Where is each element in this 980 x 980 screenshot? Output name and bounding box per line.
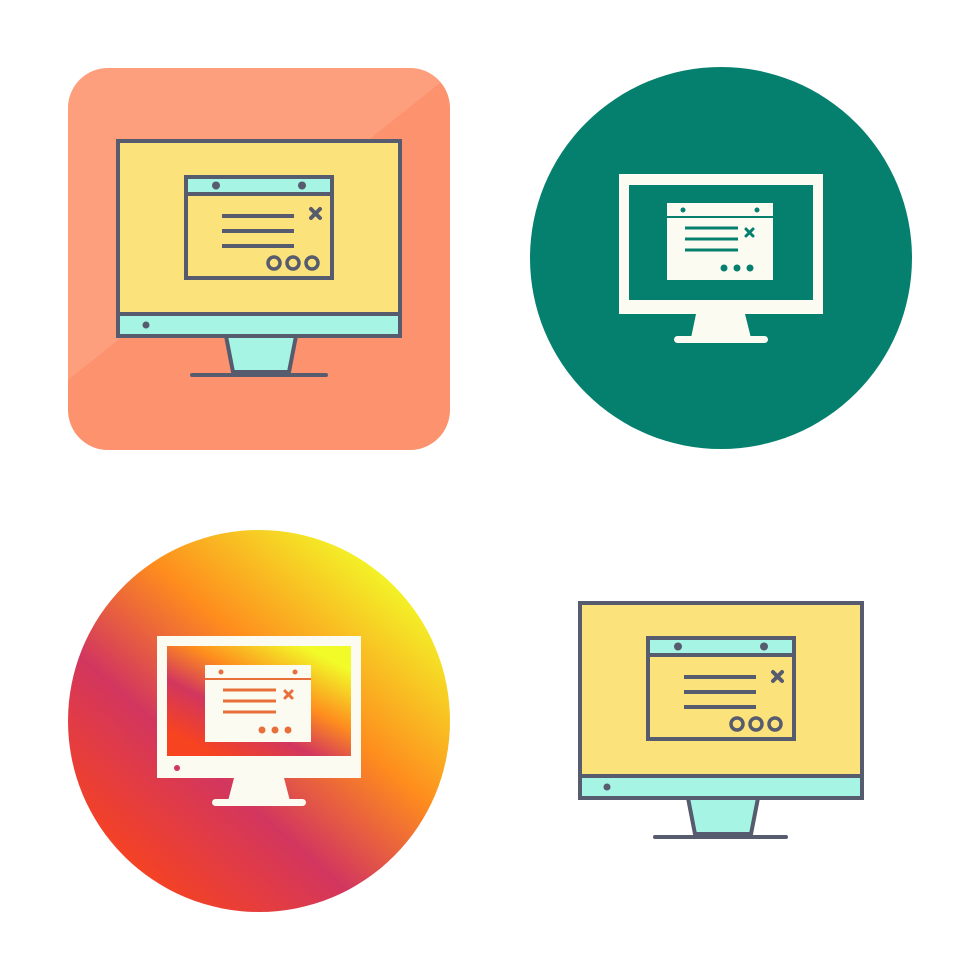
- monitor-base: [212, 799, 306, 806]
- monitor-stand: [685, 796, 761, 836]
- icon-set-canvas: [0, 0, 980, 980]
- monitor-stand: [228, 778, 290, 801]
- monitor-stand: [691, 314, 751, 338]
- monitor-popup-gradient-circle-icon: [68, 530, 450, 912]
- power-dot: [174, 765, 180, 771]
- monitor-bezel: [578, 774, 864, 800]
- monitor-popup-square-icon: [68, 68, 450, 450]
- monitor-popup-plain-icon: [578, 601, 864, 839]
- monitor-stand: [223, 334, 299, 374]
- power-dot: [603, 783, 611, 791]
- monitor-popup-glyph-circle-icon: [530, 67, 912, 449]
- popup-titlebar: [646, 636, 796, 657]
- popup-titlebar: [184, 175, 334, 196]
- popup-window: [205, 665, 311, 742]
- monitor-bezel: [116, 312, 402, 338]
- icon-set: [68, 67, 912, 912]
- power-dot: [142, 321, 150, 329]
- monitor-base: [674, 336, 768, 343]
- popup-window: [667, 203, 773, 280]
